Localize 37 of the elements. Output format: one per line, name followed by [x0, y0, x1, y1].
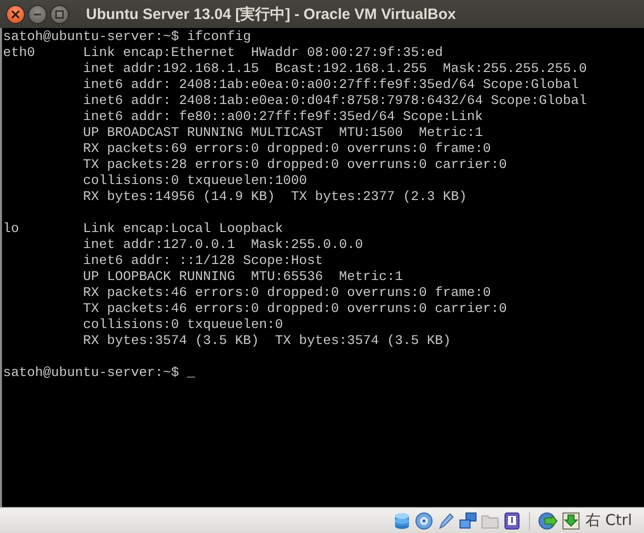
interface-name: lo [3, 222, 20, 238]
chip-icon[interactable] [502, 512, 521, 530]
output-line: TX packets:28 errors:0 dropped:0 overruns:0 carrier:0 [83, 158, 508, 174]
pen-icon[interactable] [436, 512, 455, 530]
optical-disc-icon[interactable] [414, 512, 433, 530]
output-line: inet6 addr: 2408:1ab:e0ea:0:d04f:8758:7978:6432/64 Scope:Global [83, 94, 587, 110]
output-line: RX packets:69 errors:0 dropped:0 overruns:0 frame:0 [83, 142, 492, 158]
maximize-icon [55, 10, 64, 18]
download-box-icon[interactable] [562, 512, 580, 530]
output-line: UP BROADCAST RUNNING MULTICAST MTU:1500 Metric:1 [83, 126, 484, 142]
output-line: collisions:0 txqueuelen:1000 [83, 174, 308, 190]
maximize-button[interactable] [50, 4, 69, 24]
window-title: Ubuntu Server 13.04 [実行中] - Oracle VM VirtualBox [86, 4, 456, 24]
hard-disk-icon[interactable] [392, 512, 411, 530]
command-text: ifconfig [186, 30, 251, 46]
shell-prompt: satoh@ubuntu-server:~$ [3, 366, 179, 382]
close-icon [11, 10, 20, 18]
minimize-button[interactable] [28, 4, 47, 24]
output-line: inet6 addr: 2408:1ab:e0ea:0:a00:27ff:fe9f:35ed/64 Scope:Global [83, 78, 580, 94]
output-line: inet6 addr: fe80::a00:27ff:fe9f:35ed/64 Scope:Link [83, 110, 484, 126]
output-line: RX bytes:14956 (14.9 KB) TX bytes:2377 (2.3 KB) [83, 190, 468, 206]
host-key-label: 右 Ctrl [586, 511, 632, 530]
close-button[interactable] [6, 4, 25, 24]
text-cursor: _ [186, 366, 195, 382]
output-line: RX packets:46 errors:0 dropped:0 overruns:0 frame:0 [83, 286, 492, 302]
output-line: TX packets:46 errors:0 dropped:0 overruns:0 carrier:0 [83, 302, 507, 318]
output-line: Link encap:Ethernet HWaddr 08:00:27:9f:35:ed [83, 46, 444, 62]
output-line: RX bytes:3574 (3.5 KB) TX bytes:3574 (3.5 KB) [83, 334, 452, 350]
output-line: collisions:0 txqueuelen:0 [83, 318, 284, 334]
shell-prompt: satoh@ubuntu-server:~$ [3, 30, 179, 46]
output-line: inet addr:192.168.1.15 Bcast:192.168.1.255 Mask:255.255.255.0 [83, 62, 587, 78]
interface-name: eth0 [3, 46, 36, 62]
output-line: Link encap:Local Loopback [83, 222, 284, 238]
output-line: inet addr:127.0.0.1 Mask:255.0.0.0 [83, 238, 364, 254]
output-line: UP LOOPBACK RUNNING MTU:65536 Metric:1 [83, 270, 404, 286]
output-line: inet6 addr: ::1/128 Scope:Host [83, 254, 324, 270]
network-icon[interactable] [458, 512, 477, 530]
